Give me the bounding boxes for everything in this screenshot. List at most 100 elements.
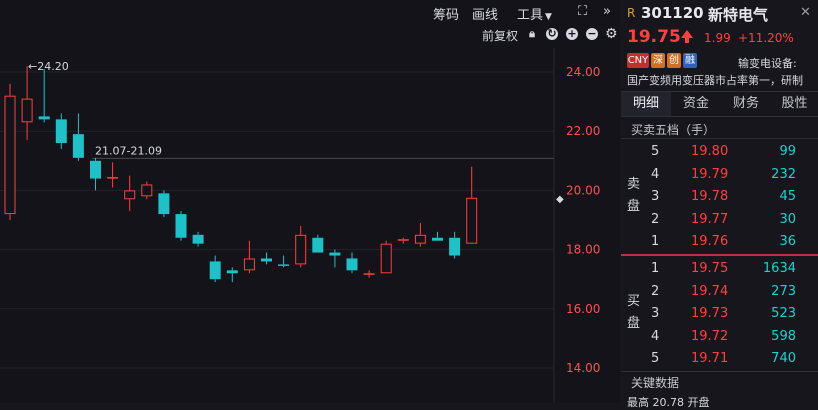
price-tick-label: 20.00 (566, 183, 600, 197)
fullscreen-icon[interactable]: ⛶ (578, 4, 587, 19)
quote-panel: R 301120 新特电气 ✕ 19.75 1.99 +11.20% CNY 深… (621, 0, 818, 409)
key-data-row: 最高 20.78 开盘 (627, 396, 710, 409)
price-tick-label: 18.00 (566, 243, 600, 257)
level-number: 4 (651, 328, 660, 344)
bid-row[interactable]: 5 19.71 740 (621, 347, 818, 369)
chart-subtoolbar: 前复权 🔒︎ ↻ + − ⚙ (0, 26, 620, 46)
ask-row[interactable]: 3 19.78 45 (621, 185, 818, 207)
level-price: 19.73 (691, 306, 729, 322)
kline-plot[interactable]: ←24.20 21.07-21.09 24.00 22.00 20.00 18.00 1… (0, 48, 620, 403)
tab-funds[interactable]: 资金 (671, 92, 721, 116)
range-label: 21.07-21.09 (95, 144, 162, 157)
chinext-badge: 创 (667, 53, 681, 68)
price-axis: 24.00 22.00 20.00 18.00 16.00 14.00 (566, 65, 600, 375)
bid-side: 买盘 1 19.75 1634 2 19.74 273 3 19.73 523 4 19.72 598… (621, 257, 818, 370)
level-number: 1 (651, 234, 660, 250)
candle (55, 113, 67, 149)
refresh-icon[interactable]: ↻ (546, 28, 558, 40)
bid-row[interactable]: 2 19.74 273 (621, 280, 818, 302)
candle (346, 252, 358, 274)
candle (107, 162, 119, 188)
shenzhen-badge: 深 (651, 53, 665, 68)
candle (397, 237, 409, 244)
level-volume: 273 (771, 283, 796, 299)
level-volume: 99 (779, 144, 796, 159)
kline-chart-pane[interactable]: 筹码 画线 工具 ▼ ⛶ » 前复权 🔒︎ ↻ + − ⚙ ←24.20 21.0… (0, 0, 620, 403)
ask-row[interactable]: 4 19.79 232 (621, 163, 818, 185)
lock-icon[interactable]: 🔒︎ (526, 28, 538, 40)
fuquan-button[interactable]: 前复权 (482, 27, 518, 44)
tab-details[interactable]: 明细 (621, 92, 671, 116)
current-price-marker-icon: ◆ (556, 194, 564, 205)
ask-row[interactable]: 5 19.80 99 (621, 140, 818, 162)
level-volume: 45 (779, 189, 796, 205)
divider (621, 116, 818, 117)
spread-divider (621, 254, 818, 256)
candle (175, 211, 187, 241)
zoom-in-icon[interactable]: + (566, 28, 578, 40)
divider (621, 138, 818, 139)
level-number: 5 (651, 351, 660, 367)
candle (4, 83, 16, 220)
candle (363, 270, 375, 278)
zoom-out-icon[interactable]: − (586, 28, 598, 40)
candle (226, 267, 238, 283)
stock-description[interactable]: 国产变频用变压器市占率第一，研制 (627, 72, 818, 88)
draw-line-button[interactable]: 画线 (472, 4, 498, 23)
tab-finance[interactable]: 财务 (721, 92, 771, 116)
concept-tag[interactable]: 输变电设备: (738, 55, 818, 71)
level-price: 19.78 (691, 189, 729, 205)
level-price: 19.77 (691, 211, 729, 227)
bid-row[interactable]: 4 19.72 598 (621, 325, 818, 347)
chart-toolbar: 筹码 画线 工具 ▼ ⛶ » (0, 0, 620, 26)
high-price-label: ←24.20 (28, 60, 69, 73)
divider (621, 371, 818, 372)
price-tick-label: 16.00 (566, 302, 600, 316)
level-volume: 1634 (762, 261, 796, 276)
bid-row[interactable]: 3 19.73 523 (621, 302, 818, 324)
candle (278, 255, 290, 268)
level-volume: 740 (771, 351, 796, 367)
stock-header: R 301120 新特电气 ✕ (621, 0, 818, 26)
level-price: 19.79 (691, 166, 729, 182)
level-price: 19.75 (691, 261, 729, 276)
order-book-title: 买卖五档（手） (631, 123, 716, 137)
gear-icon[interactable]: ⚙ (605, 27, 618, 41)
collapse-icon[interactable]: » (603, 4, 611, 19)
chevron-down-icon: ▼ (545, 12, 552, 22)
market-badge: R (627, 6, 636, 20)
bid-row[interactable]: 1 19.75 1634 (621, 257, 818, 279)
tab-stock-traits[interactable]: 股性 (771, 92, 818, 116)
candle (312, 234, 324, 253)
level-number: 3 (651, 189, 660, 205)
level-number: 5 (651, 144, 660, 159)
price-tick-label: 14.00 (566, 361, 600, 375)
stock-name: 新特电气 (708, 6, 769, 24)
candle (414, 222, 426, 247)
chips-button[interactable]: 筹码 (433, 4, 459, 23)
ask-row[interactable]: 1 19.76 36 (621, 230, 818, 252)
up-arrow-stem (685, 38, 689, 43)
ask-row[interactable]: 2 19.77 30 (621, 208, 818, 230)
candle (90, 157, 101, 191)
up-arrow-icon (681, 30, 693, 38)
level-number: 4 (651, 166, 660, 182)
stock-code: 301120 (641, 4, 704, 22)
price-row: 19.75 1.99 +11.20% (621, 26, 818, 50)
level-number: 1 (651, 261, 660, 276)
level-price: 19.71 (691, 351, 729, 367)
candle (261, 252, 272, 265)
level-volume: 232 (771, 166, 796, 182)
badge-row: CNY 深 创 融 输变电设备: (621, 52, 818, 70)
cny-badge: CNY (627, 53, 649, 68)
level-price: 19.74 (691, 283, 729, 299)
candle (21, 66, 33, 141)
candle (124, 175, 136, 212)
candle (329, 249, 341, 268)
candle (192, 231, 204, 247)
price-grid (0, 48, 555, 403)
close-icon[interactable]: ✕ (800, 5, 811, 20)
tools-dropdown[interactable]: 工具 ▼ (517, 4, 552, 23)
ask-side: 卖盘 5 19.80 99 4 19.79 232 3 19.78 45 2 19.77 30 1 19.… (621, 140, 818, 253)
key-data-title: 关键数据 (631, 376, 680, 390)
